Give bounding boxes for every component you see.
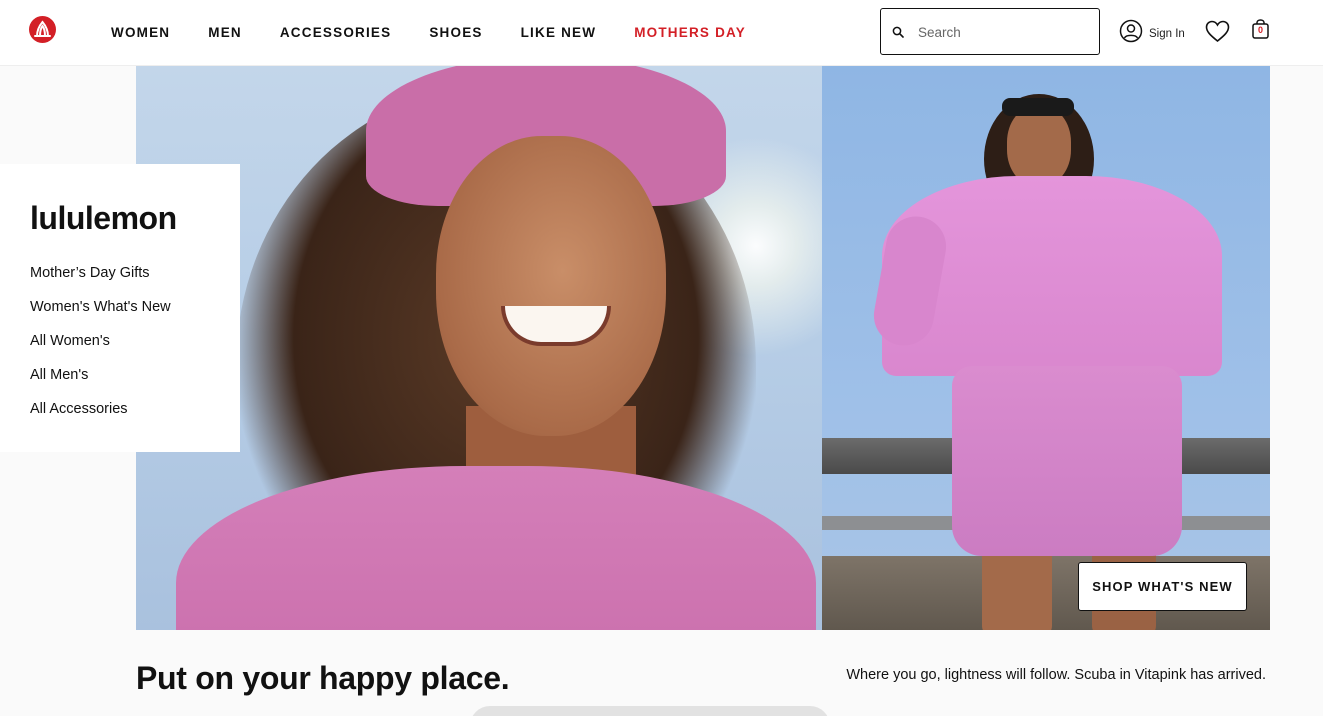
sign-in-button[interactable]: Sign In [1119,19,1185,48]
search-icon[interactable] [892,25,904,43]
search-input[interactable] [918,21,1088,43]
shop-whats-new-button[interactable]: SHOP WHAT'S NEW [1078,562,1247,611]
user-icon [1119,19,1143,48]
main-nav: WOMEN MEN ACCESSORIES SHOES LIKE NEW MOT… [111,0,784,64]
nav-like-new[interactable]: LIKE NEW [521,25,597,40]
lululemon-logo-icon[interactable] [29,16,56,43]
hero-right-face [1007,106,1071,186]
nav-women[interactable]: WOMEN [111,25,170,40]
nav-men[interactable]: MEN [208,25,242,40]
hero-right-sunglasses [1002,98,1074,116]
sidebar-link-womens-whats-new[interactable]: Women's What's New [30,298,171,332]
sidebar-link-all-accessories[interactable]: All Accessories [30,400,171,434]
sidebar-link-all-mens[interactable]: All Men's [30,366,171,400]
wishlist-button[interactable] [1205,20,1230,48]
hero-headline: Put on your happy place. [136,660,510,696]
site-header: WOMEN MEN ACCESSORIES SHOES LIKE NEW MOT… [0,0,1323,66]
hero-left-face [436,136,666,436]
shopping-bag-button[interactable]: 0 [1252,19,1269,44]
hero-image-woman-pink-set [822,66,1270,630]
hero-tagline: Where you go, lightness will follow. Scu… [846,667,1266,683]
brand-title: lululemon [30,200,177,236]
heart-icon [1205,20,1230,47]
nav-mothers-day[interactable]: MOTHERS DAY [634,25,746,40]
sign-in-label: Sign In [1149,27,1185,40]
hero-right-shorts [952,366,1182,556]
bottom-overlay [470,706,830,716]
bag-count: 0 [1257,25,1263,35]
sidebar-card: lululemon Mother’s Day Gifts Women's Wha… [0,164,240,452]
nav-shoes[interactable]: SHOES [429,25,482,40]
sidebar-link-all-womens[interactable]: All Women's [30,332,171,366]
sidebar-link-mothers-day-gifts[interactable]: Mother’s Day Gifts [30,264,171,298]
sidebar-links: Mother’s Day Gifts Women's What's New Al… [30,264,171,434]
search-box [880,8,1100,55]
nav-accessories[interactable]: ACCESSORIES [280,25,391,40]
